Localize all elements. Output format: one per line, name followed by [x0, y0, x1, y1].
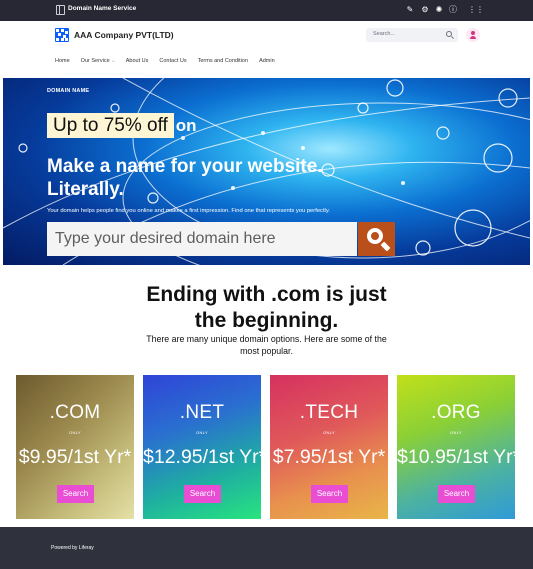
nav-home[interactable]: Home — [55, 58, 70, 68]
nav-our-service[interactable]: Our Service ⌵ — [81, 58, 115, 68]
card-price: $9.95/1st Yr* — [18, 446, 132, 468]
user-avatar[interactable] — [466, 28, 480, 42]
card-price: $10.95/1st Yr* — [397, 446, 521, 468]
site-search-input[interactable]: Search... — [366, 28, 458, 42]
apps-grid-icon[interactable]: ⋮⋮ — [468, 5, 484, 15]
company-name[interactable]: AAA Company PVT(LTD) — [74, 30, 174, 40]
panel-toggle-icon[interactable] — [56, 5, 65, 15]
search-placeholder: Search... — [373, 31, 396, 37]
card-tld: .ORG — [431, 402, 481, 423]
promo-line: Up to 75% off on — [47, 113, 197, 138]
nav-contact-us[interactable]: Contact Us — [159, 58, 186, 68]
card-search-button[interactable]: Search — [438, 485, 475, 503]
domain-card-tech: .TECH ONLY $7.95/1st Yr* Search — [270, 375, 388, 519]
site-name: Domain Name Service — [68, 5, 137, 12]
hero-banner: DOMAIN NAME Up to 75% off on Make a name … — [3, 78, 530, 265]
nav-terms[interactable]: Terms and Condition — [198, 58, 248, 68]
search-icon-handle — [380, 241, 391, 252]
edit-icon[interactable]: ✎ — [405, 5, 415, 15]
search-icon — [367, 228, 383, 244]
domain-search-button[interactable] — [358, 222, 395, 256]
nav-admin[interactable]: Admin — [259, 58, 275, 68]
domain-search-input[interactable] — [47, 222, 357, 256]
nav-about-us[interactable]: About Us — [126, 58, 149, 68]
card-only-label: ONLY — [196, 430, 208, 435]
nav-our-service-label: Our Service — [80, 58, 110, 64]
control-bar: Domain Name Service ✎ ⚙ ✺ ⓘ ⋮⋮ — [0, 0, 533, 21]
domain-card-net: .NET ONLY $12.95/1st Yr* Search — [143, 375, 267, 519]
card-search-button[interactable]: Search — [184, 485, 221, 503]
hero-subtext: Your domain helps people find you online… — [47, 208, 330, 214]
card-tld: .NET — [179, 402, 225, 423]
intro-subtitle: There are many unique domain options. He… — [146, 334, 387, 356]
card-price: $7.95/1st Yr* — [272, 446, 386, 468]
main-nav: Home Our Service ⌵ About Us Contact Us Te… — [55, 58, 286, 68]
hero-headline: Make a name for your website. Literally. — [47, 156, 323, 200]
search-icon[interactable] — [446, 31, 452, 37]
powered-by-text: Powered by Liferay — [51, 545, 94, 551]
card-tld: .COM — [49, 402, 101, 423]
info-icon[interactable]: ⓘ — [448, 5, 458, 15]
gear-icon[interactable]: ⚙ — [420, 5, 430, 15]
card-tld: .TECH — [299, 402, 359, 423]
site-header: AAA Company PVT(LTD) Search... Home Our … — [0, 21, 533, 77]
card-only-label: ONLY — [69, 430, 81, 435]
domain-card-org: .ORG ONLY $10.95/1st Yr* Search — [397, 375, 521, 519]
card-search-button[interactable]: Search — [311, 485, 348, 503]
promo-highlight: Up to 75% off — [47, 113, 174, 138]
site-footer: Powered by Liferay — [0, 527, 533, 569]
card-search-button[interactable]: Search — [57, 485, 94, 503]
promo-tail: on — [175, 116, 197, 135]
card-only-label: ONLY — [323, 430, 335, 435]
company-logo-icon[interactable] — [55, 28, 69, 42]
card-price: $12.95/1st Yr* — [143, 446, 267, 468]
simulation-icon[interactable]: ✺ — [434, 5, 444, 15]
intro-title: Ending with .com is just the beginning. — [146, 283, 387, 332]
card-only-label: ONLY — [450, 430, 462, 435]
hero-eyebrow: DOMAIN NAME — [47, 88, 90, 94]
chevron-down-icon: ⌵ — [111, 58, 115, 63]
domain-card-com: .COM ONLY $9.95/1st Yr* Search — [16, 375, 134, 519]
